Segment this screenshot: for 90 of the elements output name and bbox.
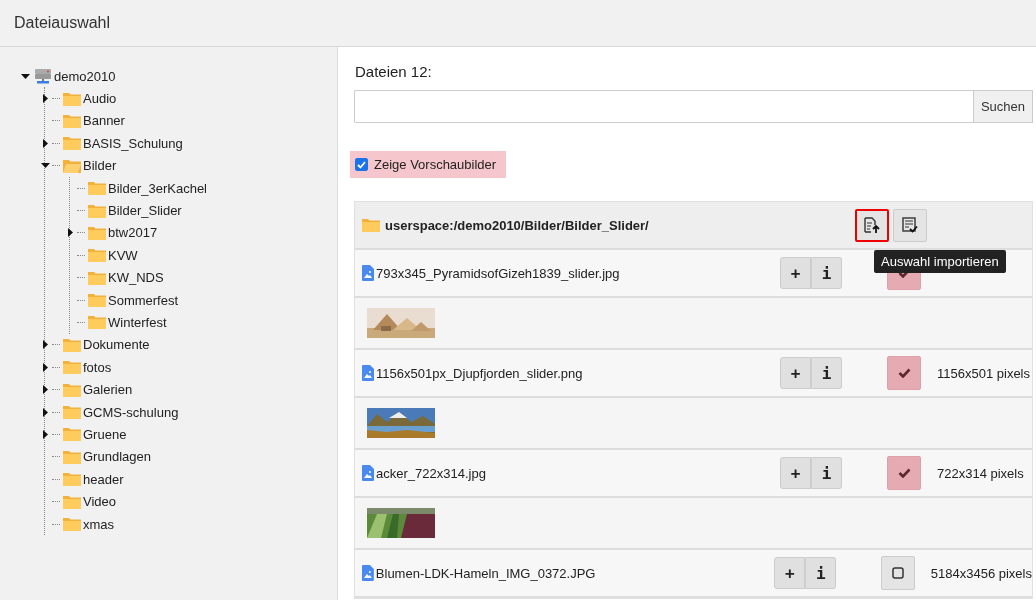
caret-right-icon[interactable] <box>42 385 48 395</box>
search-field[interactable] <box>354 90 973 123</box>
checkmark-icon <box>897 468 911 478</box>
image-size: 1156x501 pixels <box>937 365 1030 381</box>
tree-item[interactable]: GCMS-schulung <box>83 404 179 420</box>
caret-down-icon[interactable] <box>40 163 50 169</box>
file-name[interactable]: Blumen-LDK-Hameln_IMG_0372.JPG <box>375 565 771 581</box>
folder-icon <box>63 91 81 106</box>
add-button[interactable]: + <box>780 257 811 289</box>
tree-item[interactable]: Gruene <box>83 426 127 442</box>
tree-item[interactable]: Galerien <box>83 382 133 398</box>
file-name[interactable]: acker_722x314.jpg <box>376 465 776 481</box>
caret-right-icon[interactable] <box>67 228 73 238</box>
folder-icon <box>88 315 106 330</box>
empty-square-icon <box>892 567 904 579</box>
add-button[interactable]: + <box>780 457 811 489</box>
caret-right-icon[interactable] <box>42 429 48 439</box>
folder-icon <box>63 449 81 464</box>
caret-right-icon[interactable] <box>42 94 48 104</box>
folder-icon <box>88 270 106 285</box>
folder-icon <box>63 494 81 509</box>
folder-icon <box>88 203 106 218</box>
folder-icon <box>63 337 81 352</box>
preview-checkbox[interactable] <box>355 158 368 171</box>
tree-item[interactable]: Bilder_Slider <box>108 203 182 219</box>
caret-right-icon[interactable] <box>42 138 48 148</box>
image-file-icon <box>362 265 374 281</box>
folder-icon <box>63 360 81 375</box>
folder-path: userspace:/demo2010/Bilder/Bilder_Slider/ <box>385 217 650 233</box>
folder-icon <box>63 136 81 151</box>
folder-icon <box>88 181 106 196</box>
tree-item[interactable]: Bilder <box>83 158 117 174</box>
image-size: 5184x3456 pixels <box>930 565 1032 581</box>
folder-icon <box>63 517 81 531</box>
import-button[interactable] <box>855 208 889 242</box>
folder-icon <box>362 218 380 232</box>
files-heading: Dateien 12: <box>355 63 433 80</box>
preview-label: Zeige Vorschaubilder <box>374 157 497 172</box>
tree-item[interactable]: Video <box>83 494 116 510</box>
tree-item[interactable]: KVW <box>108 247 138 263</box>
select-toggle[interactable] <box>887 356 921 390</box>
image-file-icon <box>362 465 374 481</box>
file-name[interactable]: 793x345_PyramidsofGizeh1839_slider.jpg <box>376 265 776 281</box>
add-button[interactable]: + <box>774 557 806 589</box>
tree-item[interactable]: xmas <box>83 516 115 532</box>
select-toggle[interactable] <box>887 456 921 490</box>
caret-right-icon[interactable] <box>42 407 48 417</box>
tree-item[interactable]: Bilder_3erKachel <box>108 180 207 196</box>
tree-item[interactable]: Grundlagen <box>83 449 151 465</box>
image-file-icon <box>362 365 374 381</box>
image-file-icon <box>362 565 374 581</box>
tree-item[interactable]: btw2017 <box>108 225 158 241</box>
tree-item[interactable]: header <box>83 471 124 487</box>
tree-item[interactable]: Winterfest <box>108 315 167 330</box>
window-title: Dateiauswahl <box>14 14 111 32</box>
info-button[interactable]: i <box>805 557 837 589</box>
tree-item[interactable]: Dokumente <box>83 337 150 353</box>
folder-icon <box>63 382 81 397</box>
tree-item[interactable]: Banner <box>83 113 125 129</box>
select-all-button[interactable] <box>893 208 927 242</box>
tooltip: Auswahl importieren <box>874 250 1006 273</box>
folder-icon <box>88 225 106 240</box>
select-toggle[interactable] <box>881 556 915 590</box>
tree-item[interactable]: Audio <box>83 91 117 107</box>
tree-item[interactable]: Sommerfest <box>108 292 179 308</box>
file-name[interactable]: 1156x501px_Djupfjorden_slider.png <box>376 365 776 381</box>
info-button[interactable]: i <box>811 457 842 489</box>
add-button[interactable]: + <box>780 357 811 389</box>
folder-icon <box>88 293 106 308</box>
info-button[interactable]: i <box>811 357 842 389</box>
tree-item[interactable]: demo2010 <box>54 68 116 84</box>
server-icon <box>34 68 52 85</box>
import-icon <box>864 216 880 234</box>
caret-right-icon[interactable] <box>42 340 48 350</box>
folder-icon <box>63 405 81 420</box>
tree-item[interactable]: KW_NDS <box>108 270 164 286</box>
checkmark-icon <box>897 368 911 378</box>
open-folder-icon <box>63 158 81 173</box>
folder-icon <box>63 427 81 442</box>
search-button[interactable]: Suchen <box>972 90 1033 123</box>
tree-item[interactable]: fotos <box>83 359 112 375</box>
caret-right-icon[interactable] <box>42 362 48 372</box>
folder-icon <box>88 248 106 263</box>
tree-item[interactable]: BASIS_Schulung <box>83 135 183 151</box>
folder-icon <box>63 472 81 487</box>
caret-down-icon[interactable] <box>20 73 30 79</box>
folder-icon <box>63 113 81 128</box>
checklist-icon <box>902 217 918 233</box>
image-size: 722x314 pixels <box>937 465 1024 481</box>
info-button[interactable]: i <box>811 257 842 289</box>
